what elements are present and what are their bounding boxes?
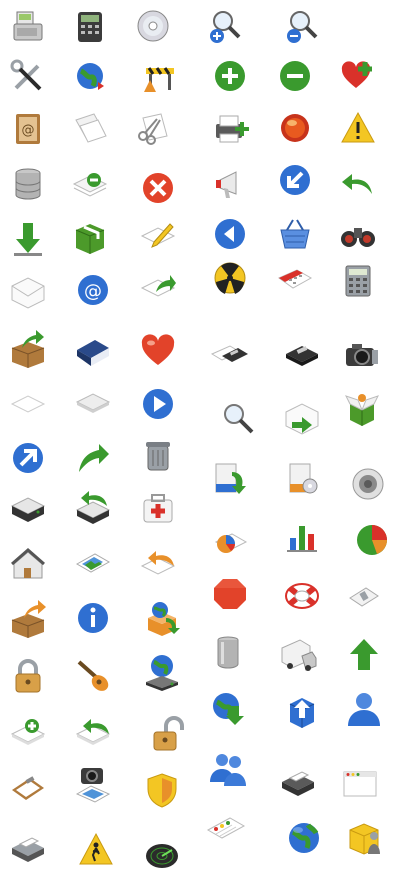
floppy-disk-icon [282,334,322,374]
binoculars-icon [338,214,378,254]
book-icon [73,330,113,370]
pie-chart-page-icon [210,522,250,562]
speaker-icon [348,464,388,504]
arrow-up-right-icon [8,438,48,478]
pie-chart-icon [352,520,392,560]
cut-scissors-icon [133,108,173,148]
box-cd-icon [282,458,322,498]
delivery-truck-icon [278,634,318,674]
calculator-icon [338,260,378,300]
envelope-icon [8,270,48,310]
search-icon [218,398,258,438]
clipboard-icon [8,770,48,810]
info-icon [73,598,113,638]
camera-icon [342,334,382,374]
play-icon [138,384,178,424]
mail-forward-icon [282,396,322,436]
alarm-light-icon [275,108,315,148]
at-sign-icon: @ [73,270,113,310]
copy-pages-icon [70,108,110,148]
floppy-page-icon [210,334,250,374]
megaphone-icon [210,164,250,204]
database-icon [8,164,48,204]
page-remove-icon [70,166,110,206]
padlock-icon [8,656,48,696]
trash-can-steel-icon [208,632,248,672]
icon-sheet: @ @ [0,0,400,876]
back-arrow-icon [210,214,250,254]
window-list-icon [206,812,246,852]
shopping-basket-icon [275,214,315,254]
trash-bin-icon [138,434,178,474]
printer-icon [278,762,318,802]
calendar-icon [275,262,315,302]
zoom-in-icon [205,6,245,46]
cd-disc-icon [133,6,173,46]
edit-pencil-icon [138,218,178,258]
add-circle-icon [210,56,250,96]
undo-arrow-icon [338,164,378,204]
warning-icon [338,108,378,148]
cash-register-icon [8,6,48,46]
guitar-icon [73,656,113,696]
globe-refresh-icon [70,56,110,96]
camera-photos-icon [73,764,113,804]
tools-icon [8,56,48,96]
first-aid-kit-icon [138,488,178,528]
light-switch-icon [344,578,384,618]
delete-x-icon [138,168,178,208]
svg-text:@: @ [84,281,102,302]
remove-circle-icon [275,56,315,96]
heart-icon [138,330,178,370]
open-box-green-icon [342,388,382,428]
radar-icon [142,834,182,874]
address-book-icon: @ [8,108,48,148]
package-icon [70,218,110,258]
box-upload-blue-icon [282,690,322,730]
heart-add-icon [338,56,378,96]
box-open-orange-icon [8,598,48,638]
network-globe-drive-icon [142,652,182,692]
up-arrow-icon [344,634,384,674]
globe-download-icon [208,688,248,728]
window-app-icon [340,764,380,804]
padlock-open-icon [148,716,188,756]
page-undo-icon [138,544,178,584]
download-arrow-icon [8,218,48,258]
user-icon [344,688,384,728]
page-forward-icon [138,270,178,310]
road-barrier-icon [140,56,180,96]
box-globe-icon [142,596,182,636]
arrow-up-right-green-icon [73,438,113,478]
box-export-icon [8,328,48,368]
stop-octagon-icon [210,574,250,614]
globe-icon [284,818,324,858]
blank-page-icon [8,384,48,424]
home-icon [8,544,48,584]
users-group-icon [208,748,248,788]
page-reply-icon [73,712,113,752]
arrow-down-left-icon [275,160,315,200]
printer-gray-icon [8,826,48,866]
calculator-terminal-icon [70,6,110,46]
box-install-icon [210,458,250,498]
pedestrian-sign-icon [76,830,116,870]
picture-icon [73,544,113,584]
radiation-icon [210,258,250,298]
zoom-out-icon [282,6,322,46]
svg-text:@: @ [22,123,35,138]
blank-card-icon [73,384,113,424]
user-file-box-icon [344,818,384,858]
drive-import-icon [73,488,113,528]
page-add-icon [8,712,48,752]
lifebuoy-icon [282,576,322,616]
security-shield-icon [142,770,182,810]
bar-chart-icon [282,516,322,556]
printer-add-icon [210,108,250,148]
drive-icon [8,488,48,528]
